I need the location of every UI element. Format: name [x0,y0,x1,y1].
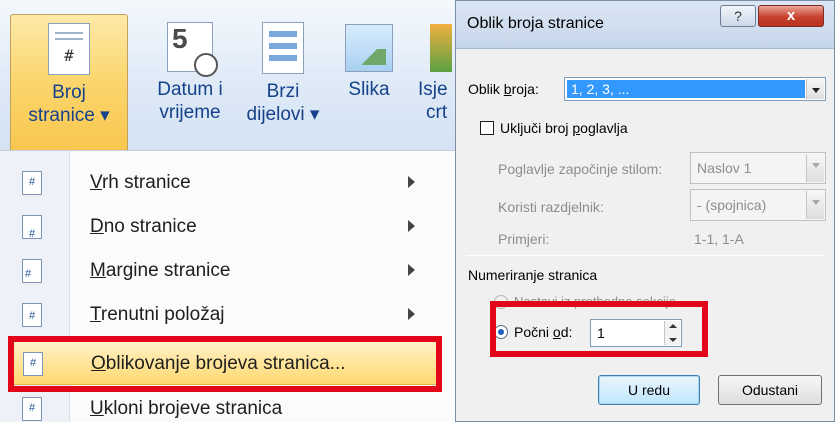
dialog-titlebar: Oblik broja stranice ? x [456,1,834,49]
page-number-format-dialog: Oblik broja stranice ? x Oblik broja: 1,… [455,0,835,422]
chevron-down-icon[interactable] [806,191,824,219]
menu-item-page-margins[interactable]: # Margine stranice [0,249,455,293]
cancel-button[interactable]: Odustani [718,375,822,405]
number-format-label: Oblik broja: [468,81,539,97]
picture-icon [345,24,393,72]
clip-art-label-2: crt [426,102,448,123]
separator-select[interactable]: - (spojnica) [690,189,826,221]
close-icon: x [786,7,796,24]
quick-parts-label-2: dijelovi ▾ [246,104,320,125]
number-format-select[interactable]: 1, 2, 3, ... [564,77,826,101]
menu-item-bottom-of-page[interactable]: # Dno stranice [0,205,455,249]
chevron-down-icon[interactable] [806,79,824,99]
examples-value: 1-1, 1-A [694,231,744,247]
highlight-box-menu [8,336,442,392]
numbering-section-title: Numeriranje stranica [468,267,598,283]
number-format-value: 1, 2, 3, ... [567,80,805,98]
date-time-label-1: Datum i [157,79,223,100]
include-chapter-checkbox[interactable] [480,121,494,135]
shapes-icon [430,24,452,72]
calendar-clock-icon: 5 [167,22,218,77]
chevron-down-icon[interactable] [806,154,824,182]
submenu-arrow-icon [408,308,415,320]
clip-art-label-1: Isje [418,79,448,100]
clip-art-button[interactable]: Isje crt [418,14,455,124]
page-number-label-1: Broj [52,82,86,103]
date-time-button[interactable]: 5 Datum i vrijeme [142,14,238,124]
chapter-style-value: Naslov 1 [697,160,752,176]
menu-item-current-position[interactable]: # Trenutni položaj [0,293,455,337]
help-button[interactable]: ? [720,5,756,27]
quick-parts-icon [262,22,304,74]
quick-parts-button[interactable]: Brzi dijelovi ▾ [240,14,326,126]
ok-button[interactable]: U redu [598,375,700,405]
highlight-box-start-at [490,301,708,357]
submenu-arrow-icon [408,220,415,232]
date-time-label-2: vrijeme [159,102,221,123]
close-button[interactable]: x [758,5,824,27]
page-number-icon: # [48,23,90,75]
divider [466,255,824,256]
insert-ribbon: # Broj stranice ▾ 5 Datum i vrijeme Brzi… [0,0,455,162]
chapter-style-label: Poglavlje započinje stilom: [498,161,663,177]
footer-page-icon: # [22,215,42,240]
current-position-icon: # [22,303,42,327]
submenu-arrow-icon [408,176,415,188]
word-ribbon-panel: # Broj stranice ▾ 5 Datum i vrijeme Brzi… [0,0,455,422]
examples-label: Primjeri: [498,231,550,247]
include-chapter-label[interactable]: Uključi broj poglavlja [500,120,628,136]
dialog-title: Oblik broja stranice [467,15,604,32]
separator-label: Koristi razdjelnik: [498,199,604,215]
margin-page-icon: # [22,259,42,283]
header-page-icon: # [22,171,42,195]
menu-item-top-of-page[interactable]: # Vrh stranice [0,161,455,205]
submenu-arrow-icon [408,264,415,276]
picture-button[interactable]: Slika [334,14,404,101]
help-icon: ? [734,8,742,24]
menu-item-remove-page-numbers[interactable]: #✕ Ukloni brojeve stranica [0,387,455,422]
quick-parts-label-1: Brzi [266,81,300,102]
page-number-label-2: stranice ▾ [28,105,110,126]
picture-label: Slika [348,79,390,100]
chapter-style-select[interactable]: Naslov 1 [690,152,826,184]
page-number-button[interactable]: # Broj stranice ▾ [10,14,128,162]
remove-page-numbers-icon: #✕ [22,397,42,421]
separator-value: - (spojnica) [697,197,767,213]
